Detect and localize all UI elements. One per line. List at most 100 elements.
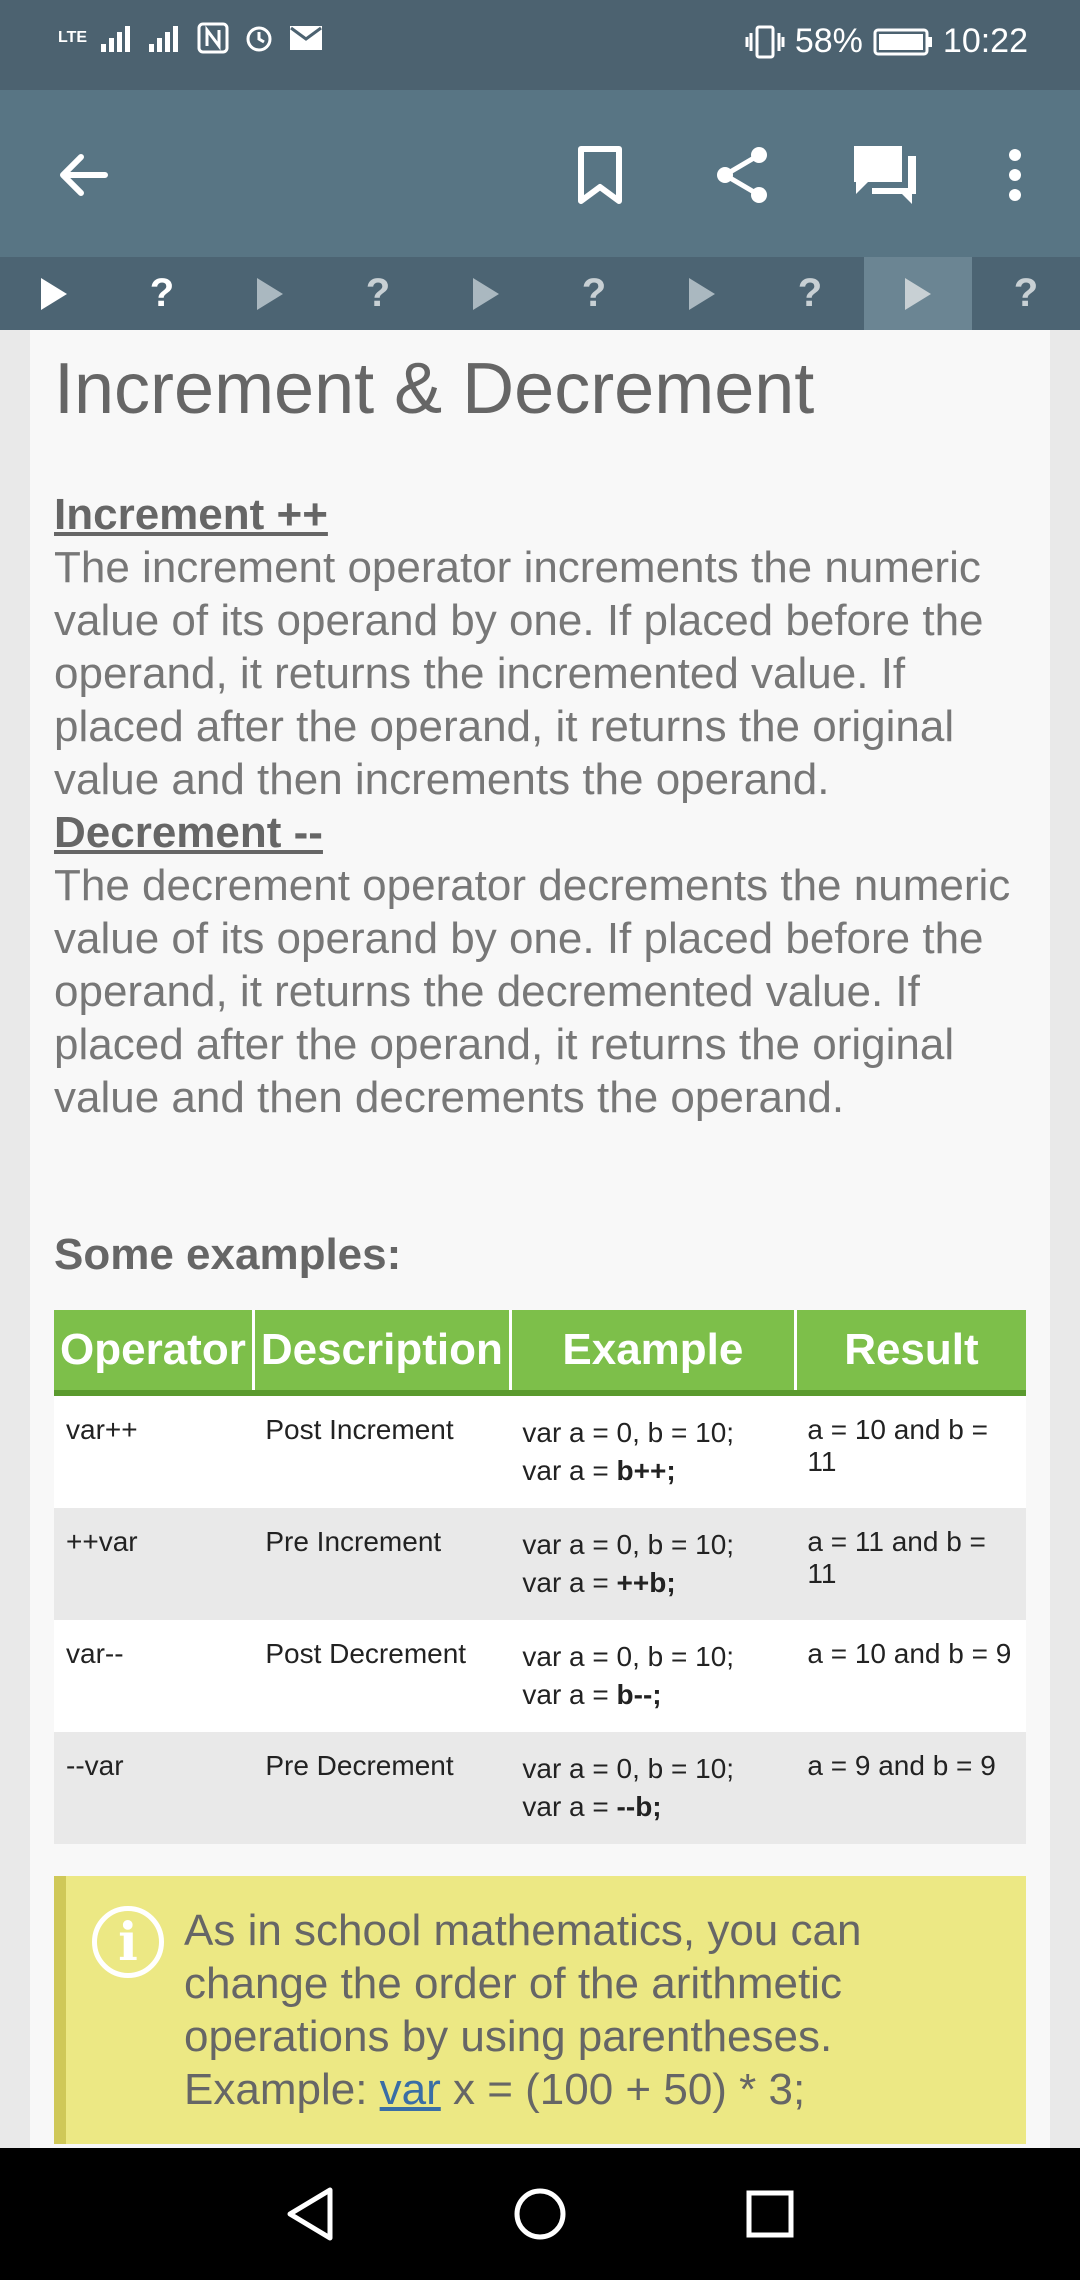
decrement-heading: Decrement --: [54, 808, 323, 857]
info-icon: i: [92, 1906, 164, 1978]
step-quiz[interactable]: ?: [108, 257, 216, 330]
step-play[interactable]: [432, 257, 540, 330]
operators-table: Operator Description Example Result var+…: [54, 1310, 1026, 1844]
lesson-title: Increment & Decrement: [54, 349, 815, 429]
share-icon[interactable]: [708, 140, 778, 210]
play-icon: [473, 277, 499, 310]
description-cell: Pre Decrement: [253, 1732, 511, 1844]
example-line: var a = 0, b = 10;: [522, 1529, 735, 1560]
step-play[interactable]: [0, 257, 108, 330]
quiz-label: ?: [149, 271, 175, 315]
table-row: var++ Post Increment var a = 0, b = 10; v…: [54, 1393, 1026, 1508]
header-example: Example: [510, 1310, 797, 1396]
example-bold: b--;: [616, 1679, 662, 1710]
play-icon: [689, 277, 715, 310]
result-cell: a = 10 and b = 11: [795, 1393, 1026, 1508]
recents-square-icon[interactable]: [740, 2184, 800, 2244]
table-row: --var Pre Decrement var a = 0, b = 10; va…: [54, 1732, 1026, 1844]
play-icon: [41, 277, 67, 310]
play-icon: [905, 277, 931, 310]
mail-icon: [290, 26, 323, 50]
example-prefix: var a =: [522, 1455, 617, 1486]
result-cell: a = 9 and b = 9: [795, 1732, 1026, 1844]
operator-cell: ++var: [54, 1508, 254, 1620]
step-play[interactable]: [216, 257, 324, 330]
operator-cell: --var: [54, 1732, 254, 1844]
info-note: i As in school mathematics, you can chan…: [54, 1876, 1026, 2144]
example-line: var a = b--;: [522, 1676, 783, 1714]
vibrate-icon: [745, 25, 785, 58]
example-cell: var a = 0, b = 10; var a = ++b;: [510, 1508, 796, 1620]
table-row: var-- Post Decrement var a = 0, b = 10; v…: [54, 1620, 1026, 1732]
battery-icon: [873, 28, 932, 55]
example-line: var a = 0, b = 10;: [522, 1417, 735, 1448]
increment-heading: Increment ++: [54, 490, 328, 539]
quiz-label: ?: [365, 271, 391, 315]
lte-label: LTE: [58, 29, 88, 46]
example-cell: var a = 0, b = 10; var a = b++;: [510, 1393, 796, 1508]
example-cell: var a = 0, b = 10; var a = b--;: [510, 1620, 796, 1732]
back-triangle-icon[interactable]: [280, 2184, 340, 2244]
status-right: 58% 10:22: [745, 22, 1028, 61]
signal-icon: [149, 26, 179, 52]
example-prefix: var a =: [522, 1679, 617, 1710]
decrement-text: The decrement operator decrements the nu…: [54, 861, 1011, 1122]
example-bold: ++b;: [616, 1567, 676, 1598]
example-line: var a = 0, b = 10;: [522, 1641, 735, 1672]
step-quiz[interactable]: ?: [972, 257, 1080, 330]
quiz-label: ?: [797, 271, 823, 315]
signal-icon: [101, 26, 131, 52]
increment-section: Increment ++ The increment operator incr…: [54, 488, 1034, 806]
table-header-row: Operator Description Example Result: [54, 1310, 1026, 1396]
battery-percent: 58%: [794, 22, 863, 60]
clock: 10:22: [942, 22, 1028, 60]
nfc-icon: [197, 22, 229, 54]
step-play[interactable]: [648, 257, 756, 330]
example-line: var a = ++b;: [522, 1564, 783, 1602]
status-left: LTE: [58, 22, 323, 54]
example-line: var a = --b;: [522, 1788, 783, 1826]
description-cell: Post Decrement: [253, 1620, 511, 1732]
example-line: var a = b++;: [522, 1452, 783, 1490]
play-icon: [257, 277, 283, 310]
description-cell: Pre Increment: [253, 1508, 511, 1620]
operator-cell: var--: [54, 1620, 254, 1732]
table-row: ++var Pre Increment var a = 0, b = 10; va…: [54, 1508, 1026, 1620]
step-quiz[interactable]: ?: [756, 257, 864, 330]
example-prefix: var a =: [522, 1567, 617, 1598]
result-cell: a = 11 and b = 11: [795, 1508, 1026, 1620]
example-cell: var a = 0, b = 10; var a = --b;: [510, 1732, 796, 1844]
increment-text: The increment operator increments the nu…: [54, 543, 984, 804]
alarm-icon: [246, 26, 272, 52]
system-nav-bar: [0, 2148, 1080, 2280]
step-quiz[interactable]: ?: [540, 257, 648, 330]
quiz-label: ?: [581, 271, 607, 315]
lesson-content[interactable]: Increment & Decrement Increment ++ The i…: [30, 330, 1050, 2148]
example-bold: --b;: [616, 1791, 662, 1822]
comments-icon[interactable]: [850, 140, 920, 210]
header-description: Description: [253, 1310, 512, 1396]
step-quiz[interactable]: ?: [324, 257, 432, 330]
examples-heading: Some examples:: [54, 1230, 402, 1279]
example-prefix: var a =: [522, 1791, 617, 1822]
lesson-step-bar: ? ? ? ? ?: [0, 257, 1080, 330]
header-result: Result: [795, 1310, 1026, 1396]
status-bar: LTE 58% 10:22: [0, 0, 1080, 90]
app-toolbar: [0, 90, 1080, 257]
header-operator: Operator: [54, 1310, 255, 1396]
quiz-label: ?: [1013, 271, 1039, 315]
description-cell: Post Increment: [253, 1393, 511, 1508]
example-line: var a = 0, b = 10;: [522, 1753, 735, 1784]
note-link-var[interactable]: var: [380, 2065, 441, 2114]
bookmark-icon[interactable]: [565, 140, 635, 210]
step-play-active[interactable]: [864, 257, 972, 330]
home-circle-icon[interactable]: [510, 2184, 570, 2244]
back-arrow-icon[interactable]: [48, 140, 118, 210]
operator-cell: var++: [54, 1393, 254, 1508]
more-vert-icon[interactable]: [980, 140, 1050, 210]
result-cell: a = 10 and b = 9: [795, 1620, 1026, 1732]
example-bold: b++;: [616, 1455, 676, 1486]
note-text-after: x = (100 + 50) * 3;: [440, 2065, 806, 2114]
decrement-section: Decrement -- The decrement operator decr…: [54, 806, 1034, 1124]
note-text: As in school mathematics, you can change…: [184, 1904, 1004, 2116]
